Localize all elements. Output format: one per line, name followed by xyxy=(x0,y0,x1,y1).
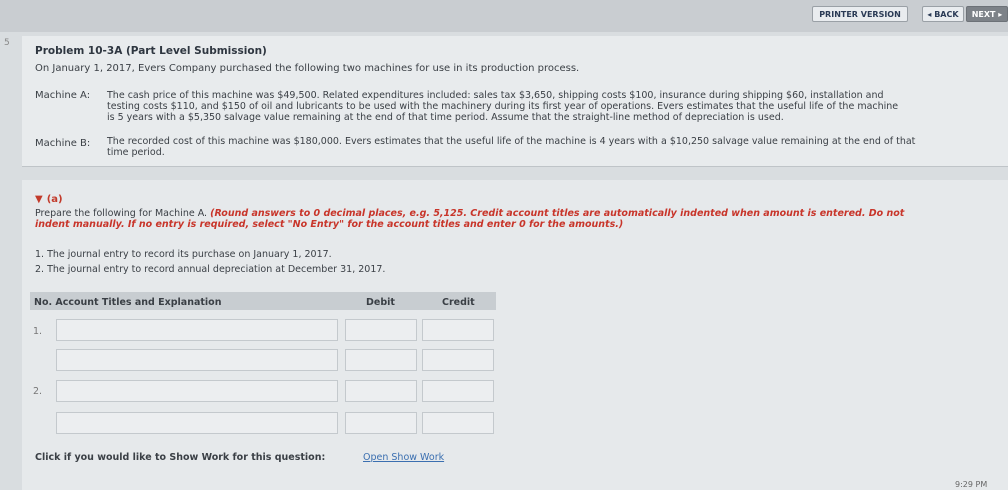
credit-input[interactable] xyxy=(422,380,494,402)
machine-b-label: Machine B: xyxy=(35,138,91,149)
header-account-titles: No. Account Titles and Explanation xyxy=(34,297,222,308)
debit-input[interactable] xyxy=(345,349,417,371)
instruction-note: (Round answers to 0 decimal places, e.g.… xyxy=(210,208,905,219)
requirement-item: 1. The journal entry to record its purch… xyxy=(35,249,332,260)
expand-triangle-icon[interactable]: ▼ xyxy=(35,194,43,206)
account-title-select[interactable] xyxy=(56,412,338,434)
part-a-label: (a) xyxy=(46,194,63,205)
problem-intro: On January 1, 2017, Evers Company purcha… xyxy=(35,63,580,74)
credit-input[interactable] xyxy=(422,319,494,341)
part-a-instruction: Prepare the following for Machine A. (Ro… xyxy=(35,208,904,219)
machine-b-line: The recorded cost of this machine was $1… xyxy=(107,136,916,147)
debit-input[interactable] xyxy=(345,412,417,434)
row-number: 2. xyxy=(33,386,43,397)
account-title-select[interactable] xyxy=(56,319,338,341)
header-debit: Debit xyxy=(366,297,395,308)
show-work-prompt: Click if you would like to Show Work for… xyxy=(35,452,326,463)
row-number: 1. xyxy=(33,326,43,337)
part-a-heading[interactable]: ▼ (a) xyxy=(35,194,63,206)
debit-input[interactable] xyxy=(345,380,417,402)
credit-input[interactable] xyxy=(422,349,494,371)
requirement-item: 2. The journal entry to record annual de… xyxy=(35,264,386,275)
header-credit: Credit xyxy=(442,297,475,308)
instruction-note-line-2: indent manually. If no entry is required… xyxy=(35,219,624,230)
machine-a-line: The cash price of this machine was $49,5… xyxy=(107,90,884,101)
next-button[interactable]: NEXT ▸ xyxy=(966,6,1008,22)
open-show-work-link[interactable]: Open Show Work xyxy=(363,452,444,464)
instruction-text: Prepare the following for Machine A. xyxy=(35,208,211,219)
clock: 9:29 PM xyxy=(955,480,988,489)
problem-title: Problem 10-3A (Part Level Submission) xyxy=(35,45,267,57)
account-title-select[interactable] xyxy=(56,380,338,402)
margin-number: 5 xyxy=(4,38,10,48)
machine-a-line: testing costs $110, and $150 of oil and … xyxy=(107,101,899,112)
machine-a-label: Machine A: xyxy=(35,90,91,101)
printer-version-button[interactable]: PRINTER VERSION xyxy=(812,6,908,22)
machine-b-line: time period. xyxy=(107,147,165,158)
credit-input[interactable] xyxy=(422,412,494,434)
debit-input[interactable] xyxy=(345,319,417,341)
back-button[interactable]: ◂ BACK xyxy=(922,6,964,22)
machine-a-line: is 5 years with a $5,350 salvage value r… xyxy=(107,112,784,123)
account-title-select[interactable] xyxy=(56,349,338,371)
